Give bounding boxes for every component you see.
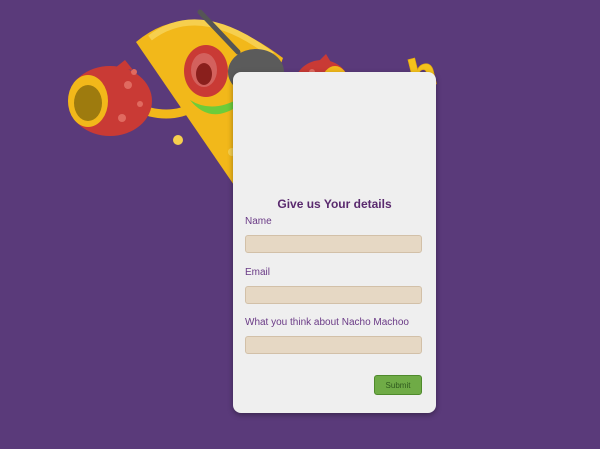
- left-binocular-icon: [68, 60, 152, 136]
- submit-button[interactable]: Submit: [374, 375, 422, 395]
- name-input[interactable]: [245, 235, 422, 253]
- opinion-input[interactable]: [245, 336, 422, 354]
- form-title: Give us Your details: [277, 197, 392, 211]
- email-input[interactable]: [245, 286, 422, 304]
- details-form-card: Give us Your details Name Email What you…: [233, 72, 436, 413]
- opinion-label: What you think about Nacho Machoo: [245, 317, 409, 328]
- name-label: Name: [245, 216, 272, 227]
- email-label: Email: [245, 267, 271, 278]
